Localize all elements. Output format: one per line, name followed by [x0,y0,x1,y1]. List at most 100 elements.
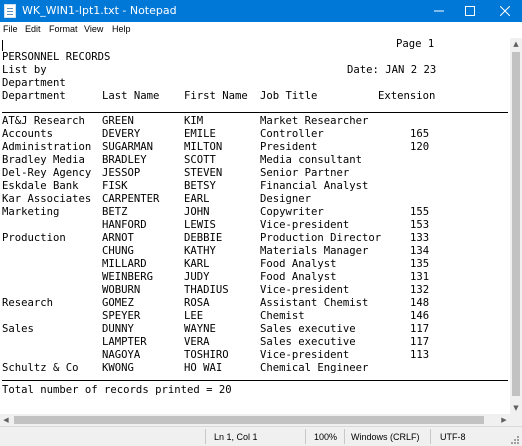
cell-first-name: VERA [184,336,210,348]
cell-department: Sales [2,323,34,335]
report-title: PERSONNEL RECORDS [2,51,111,63]
cell-last-name: WEINBERG [102,271,154,283]
report-subtitle-line: List by Date: JAN 2 23 [2,64,436,77]
status-zoom: 100% [314,432,338,442]
cell-job-title: Vice-president [260,284,350,296]
cell-first-name: DEBBIE [184,232,223,244]
cell-job-title: Designer [260,193,312,205]
header-last-name: Last Name [102,90,160,102]
cell-extension: 117 [410,336,430,348]
cell-last-name: MILLARD [102,258,147,270]
cell-job-title: Controller [260,128,324,140]
table-header: Department Last Name First Name Job Titl… [2,90,435,103]
cell-last-name: GREEN [102,115,134,127]
cell-first-name: JUDY [184,271,210,283]
cell-job-title: Materials Manager [260,245,369,257]
cell-job-title: Vice-president [260,219,350,231]
cell-extension: 153 [410,219,430,231]
report-page-line: Page 1 [2,38,434,51]
cell-first-name: KATHY [184,245,216,257]
cell-last-name: CHUNG [102,245,134,257]
cell-first-name: EARL [184,193,210,205]
header-divider [2,112,508,113]
cell-job-title: Copywriter [260,206,324,218]
cell-first-name: THADIUS [184,284,229,296]
minimize-button[interactable] [424,0,454,22]
menu-format[interactable]: Format [49,23,78,36]
cell-last-name: DEVERY [102,128,141,140]
horizontal-scroll-thumb[interactable] [14,416,484,424]
cell-extension: 155 [410,206,430,218]
scroll-down-arrow-icon[interactable]: ▼ [510,402,522,414]
cell-extension: 146 [410,310,430,322]
cell-extension: 117 [410,323,430,335]
cell-job-title: Market Researcher [260,115,369,127]
cell-job-title: Vice-president [260,349,350,361]
cell-department: Del-Rey Agency [2,167,92,179]
cell-first-name: ROSA [184,297,210,309]
menu-view[interactable]: View [84,23,103,36]
cell-extension: 148 [410,297,430,309]
cell-first-name: JOHN [184,206,210,218]
cell-last-name: HANFORD [102,219,147,231]
status-bar: Ln 1, Col 1 100% Windows (CRLF) UTF-8 [0,426,522,446]
menu-edit[interactable]: Edit [25,23,41,36]
cell-last-name: DUNNY [102,323,134,335]
status-cursor-position: Ln 1, Col 1 [214,432,258,442]
cell-last-name: KWONG [102,362,134,374]
scroll-right-arrow-icon[interactable]: ▶ [498,414,510,426]
cell-job-title: President [260,141,318,153]
cell-job-title: Financial Analyst [260,180,369,192]
text-editor[interactable]: Page 1 PERSONNEL RECORDS List by Date: J… [0,38,510,414]
menu-file[interactable]: File [3,23,18,36]
cell-job-title: Chemical Engineer [260,362,369,374]
menu-help[interactable]: Help [112,23,131,36]
report-date: Date: JAN 2 23 [347,64,437,76]
status-separator [205,429,206,444]
resize-grip-icon[interactable] [510,435,520,445]
cell-last-name: CARPENTER [102,193,160,205]
cell-last-name: BETZ [102,206,128,218]
cell-extension: 120 [410,141,430,153]
cell-first-name: KIM [184,115,204,127]
cell-last-name: JESSOP [102,167,141,179]
status-separator [305,429,306,444]
cell-last-name: ARNOT [102,232,134,244]
cell-extension: 113 [410,349,430,361]
cell-department: Marketing [2,206,60,218]
horizontal-scrollbar[interactable]: ◀ ▶ [0,414,510,426]
cell-last-name: FISK [102,180,128,192]
cell-job-title: Assistant Chemist [260,297,369,309]
vertical-scroll-thumb[interactable] [512,52,520,396]
cell-last-name: NAGOYA [102,349,141,361]
cell-job-title: Food Analyst [260,258,337,270]
vertical-scrollbar[interactable]: ▲ ▼ [510,38,522,414]
report-subtitle-2: Department [2,77,66,89]
cell-department: AT&J Research [2,115,85,127]
cell-job-title: Senior Partner [260,167,350,179]
cell-job-title: Production Director [260,232,382,244]
window-title: WK_WIN1-lpt1.txt - Notepad [22,4,177,17]
cell-department: Schultz & Co [2,362,79,374]
close-button[interactable] [490,0,520,22]
minimize-icon [434,10,444,12]
cell-last-name: GOMEZ [102,297,134,309]
status-separator [344,429,345,444]
header-department: Department [2,90,66,102]
footer-divider [2,380,508,381]
cell-first-name: BETSY [184,180,216,192]
maximize-button[interactable] [455,0,485,22]
header-extension: Extension [378,90,436,102]
close-icon [500,6,510,16]
cell-department: Bradley Media [2,154,85,166]
cell-job-title: Media consultant [260,154,363,166]
title-bar[interactable]: WK_WIN1-lpt1.txt - Notepad [0,0,522,22]
scroll-left-arrow-icon[interactable]: ◀ [0,414,12,426]
cell-last-name: BRADLEY [102,154,147,166]
status-encoding: UTF-8 [440,432,466,442]
report-subtitle: List by [2,64,47,76]
maximize-icon [465,6,475,16]
cell-department: Accounts [2,128,54,140]
scroll-up-arrow-icon[interactable]: ▲ [510,38,522,50]
cell-first-name: LEWIS [184,219,216,231]
